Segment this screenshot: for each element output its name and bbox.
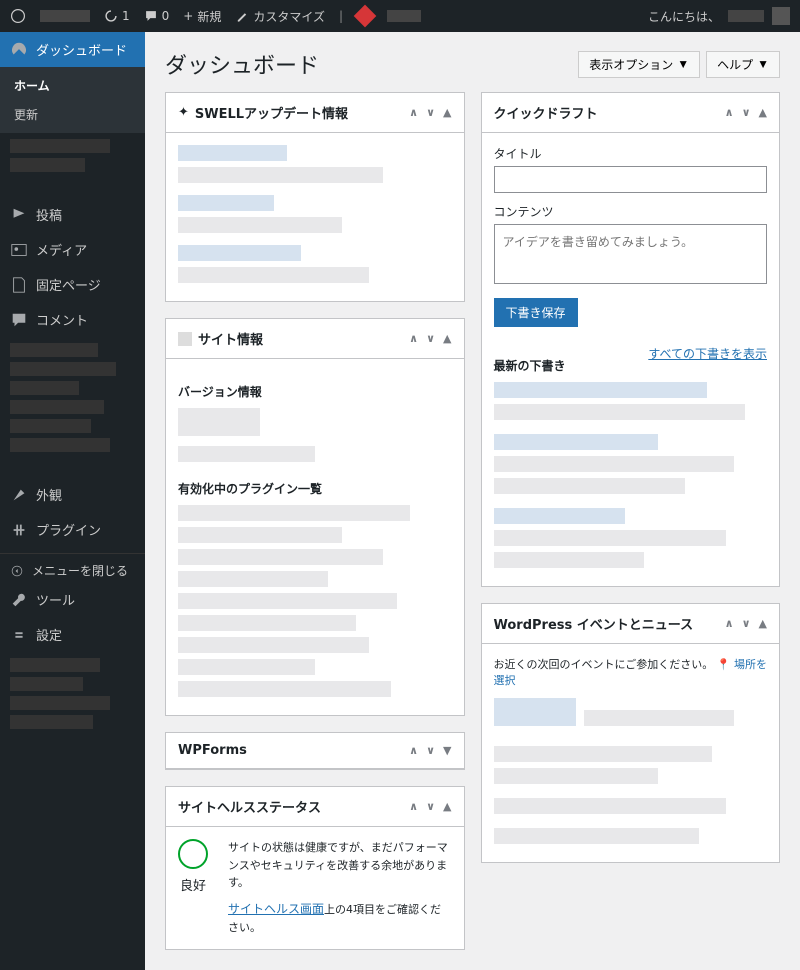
events-news-box: WordPress イベントとニュース∧∨▲ お近くの次回のイベントにご参加くだ… <box>481 603 781 863</box>
move-down-icon[interactable]: ∨ <box>426 106 435 119</box>
collapse-menu[interactable]: メニューを閉じる <box>0 553 145 587</box>
help-button[interactable]: ヘルプ ▼ <box>706 51 780 78</box>
swell-update-box: ✦SWELLアップデート情報∧∨▲ <box>165 92 465 302</box>
avatar[interactable] <box>772 7 790 25</box>
save-draft-button[interactable]: 下書き保存 <box>494 298 578 327</box>
menu-tools[interactable]: ツール <box>0 582 145 617</box>
menu-comments[interactable]: コメント <box>0 302 145 337</box>
menu-appearance[interactable]: 外観 <box>0 477 145 512</box>
menu-dashboard[interactable]: ダッシュボード <box>0 32 145 67</box>
submenu-home[interactable]: ホーム <box>0 71 145 100</box>
menu-posts[interactable]: 投稿 <box>0 197 145 232</box>
view-all-drafts-link[interactable]: すべての下書きを表示 <box>648 345 767 374</box>
menu-pages[interactable]: 固定ページ <box>0 267 145 302</box>
submenu-updates[interactable]: 更新 <box>0 100 145 129</box>
menu-media[interactable]: メディア <box>0 232 145 267</box>
info-icon <box>178 332 192 346</box>
site-name[interactable] <box>40 10 90 22</box>
draft-title-input[interactable] <box>494 166 768 193</box>
screen-options-button[interactable]: 表示オプション ▼ <box>578 51 700 78</box>
menu-plugins[interactable]: プラグイン <box>0 512 145 547</box>
plugin-indicator[interactable]: | <box>339 9 343 23</box>
site-health-box: サイトヘルスステータス∧∨▲ 良好 サイトの状態は健康ですが、まだパフォーマンス… <box>165 786 465 950</box>
wpforms-box: WPForms∧∨▼ <box>165 732 465 770</box>
updates-count[interactable]: 1 <box>104 9 130 23</box>
site-health-link[interactable]: サイトヘルス画面 <box>228 902 324 916</box>
new-content[interactable]: + 新規 <box>183 8 221 25</box>
site-info-box: サイト情報∧∨▲ バージョン情報 有効化中のプラグイン一覧 <box>165 318 465 716</box>
menu-settings[interactable]: 設定 <box>0 617 145 652</box>
toggle-icon[interactable]: ▲ <box>443 106 451 119</box>
quick-draft-box: クイックドラフト∧∨▲ タイトル コンテンツ 下書き保存 最新の下書き すべての… <box>481 92 781 587</box>
move-up-icon[interactable]: ∧ <box>409 106 418 119</box>
swell-icon: ✦ <box>178 105 189 120</box>
draft-content-input[interactable] <box>494 224 768 284</box>
health-status-badge: 良好 <box>178 839 208 894</box>
greeting: こんにちは、 <box>648 8 720 25</box>
comments-count[interactable]: 0 <box>144 9 170 23</box>
wp-logo[interactable] <box>10 8 26 24</box>
page-title: ダッシュボード <box>165 48 319 80</box>
customize-link[interactable]: カスタマイズ <box>235 8 325 25</box>
warning-icon[interactable] <box>357 8 373 24</box>
